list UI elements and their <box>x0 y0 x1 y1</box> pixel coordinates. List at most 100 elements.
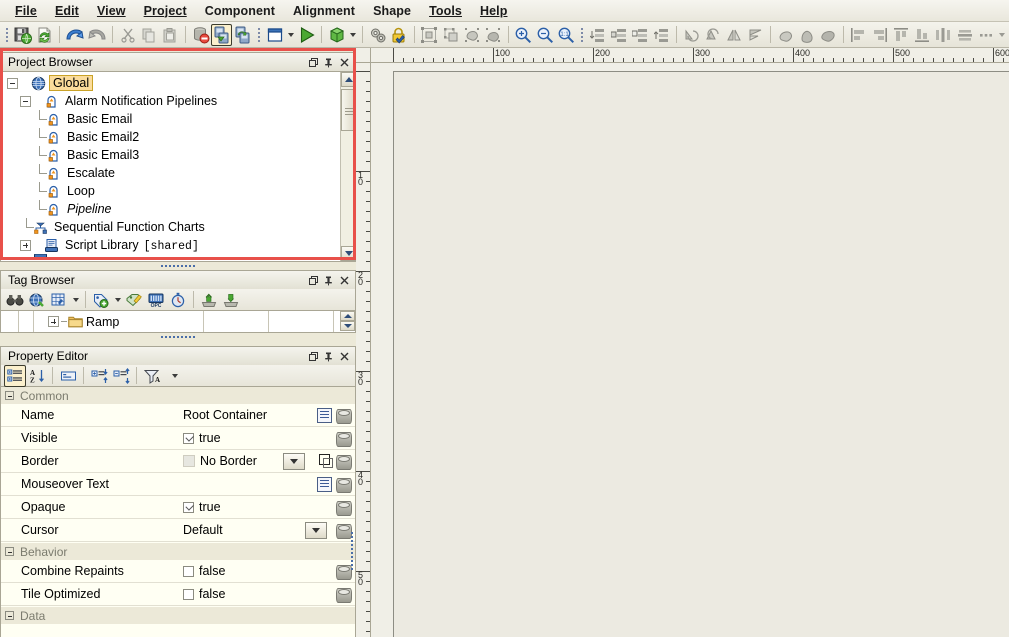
alphabetical-sort-button[interactable]: A Z <box>26 365 48 387</box>
binding-icon[interactable] <box>335 500 352 516</box>
new-tag-dropdown-arrow[interactable] <box>112 289 123 311</box>
restore-icon[interactable] <box>304 273 320 288</box>
splitter-tag-property[interactable] <box>0 333 356 341</box>
text-edit-icon[interactable] <box>317 407 332 423</box>
new-window-dropdown-arrow[interactable] <box>286 24 297 46</box>
tag-table-scrollbar[interactable] <box>340 311 355 332</box>
border-preview-icon[interactable] <box>318 454 333 468</box>
import-tags-button[interactable] <box>198 289 220 311</box>
offline-button[interactable] <box>190 24 211 46</box>
menu-alignment[interactable]: Alignment <box>284 2 364 20</box>
filter-button[interactable]: A <box>141 365 163 387</box>
binding-icon[interactable] <box>335 454 352 470</box>
tag-browser-table[interactable]: Ramp <box>0 311 356 333</box>
toolbar-overflow-arrow[interactable] <box>997 24 1008 46</box>
new-tag-button[interactable] <box>90 289 112 311</box>
expander-minus-icon[interactable] <box>7 77 18 89</box>
expander-minus-icon[interactable] <box>5 391 14 400</box>
text-edit-icon[interactable] <box>317 476 332 492</box>
menu-view[interactable]: View <box>88 2 135 20</box>
property-row-tile-optimized[interactable]: Tile Optimized false <box>1 583 355 606</box>
new-window-button[interactable] <box>264 24 285 46</box>
scroll-up-button[interactable] <box>341 72 356 87</box>
property-grid[interactable]: Common Name Root Container Visible true … <box>0 387 356 637</box>
project-tree[interactable]: Global Alarm Notification Pipelines Basi… <box>1 72 355 261</box>
preview-mode-button[interactable] <box>296 24 317 46</box>
checkbox-combine-repaints[interactable] <box>183 565 194 577</box>
designer-comm-read-button[interactable] <box>211 23 233 46</box>
tag-browse-button[interactable] <box>26 289 48 311</box>
tree-node-alarm-notification-pipelines[interactable]: Alarm Notification Pipelines <box>1 92 355 110</box>
scroll-thumb[interactable] <box>341 89 356 131</box>
stopwatch-button[interactable] <box>167 289 189 311</box>
expander-plus-icon[interactable] <box>48 316 59 327</box>
zoom-reset-button[interactable]: 1:1 <box>555 24 576 46</box>
zoom-in-button[interactable] <box>513 24 534 46</box>
design-canvas[interactable] <box>371 63 1009 637</box>
toolbar-grip[interactable] <box>256 26 263 44</box>
tree-node-script-library[interactable]: Script Library [shared] <box>1 236 355 254</box>
security-button[interactable] <box>389 24 410 46</box>
expand-all-button[interactable] <box>88 365 110 387</box>
designer-workspace[interactable]: 100 200 300 400 500 600 10 20 30 40 50 <box>356 48 1009 637</box>
tree-node-pipeline[interactable]: Pipeline <box>1 200 355 218</box>
binding-icon[interactable] <box>335 523 352 539</box>
find-tags-button[interactable] <box>4 289 26 311</box>
restore-icon[interactable] <box>304 55 320 70</box>
tag-editor-button[interactable] <box>48 289 70 311</box>
property-grid-resize-grip[interactable] <box>351 532 353 570</box>
tree-node-loop[interactable]: Loop <box>1 182 355 200</box>
tag-table-name-column[interactable]: Ramp <box>34 311 204 332</box>
property-value-opaque[interactable]: true <box>177 500 309 514</box>
expander-plus-icon[interactable] <box>20 239 31 251</box>
pin-icon[interactable] <box>320 273 336 288</box>
pin-icon[interactable] <box>320 349 336 364</box>
menu-file[interactable]: File <box>6 2 46 20</box>
scroll-up-button[interactable] <box>340 311 355 321</box>
property-value-combine-repaints[interactable]: false <box>177 564 309 578</box>
tree-node-basic-email3[interactable]: Basic Email3 <box>1 146 355 164</box>
property-row-name[interactable]: Name Root Container <box>1 404 355 427</box>
property-value-visible[interactable]: true <box>177 431 309 445</box>
window-design-surface[interactable] <box>393 71 1009 637</box>
new-component-button[interactable] <box>326 24 347 46</box>
menu-help[interactable]: Help <box>471 2 517 20</box>
tree-node-sequential-function-charts[interactable]: Sequential Function Charts <box>1 218 355 236</box>
tree-node-basic-email2[interactable]: Basic Email2 <box>1 128 355 146</box>
scroll-down-button[interactable] <box>340 321 355 331</box>
checkbox-tile-optimized[interactable] <box>183 588 194 600</box>
property-row-opaque[interactable]: Opaque true <box>1 496 355 519</box>
splitter-project-tag[interactable] <box>0 262 356 270</box>
update-project-button[interactable] <box>34 24 55 46</box>
binding-icon[interactable] <box>335 564 352 580</box>
property-row-cursor[interactable]: Cursor Default <box>1 519 355 542</box>
toolbar-grip[interactable] <box>4 26 11 44</box>
binding-icon[interactable] <box>335 477 352 493</box>
pin-icon[interactable] <box>320 55 336 70</box>
save-button[interactable] <box>13 24 34 46</box>
templates-button[interactable] <box>367 24 388 46</box>
filter-dropdown-arrow[interactable] <box>169 365 180 387</box>
toolbar-grip[interactable] <box>578 26 585 44</box>
designer-comm-write-button[interactable] <box>232 24 253 46</box>
description-button[interactable] <box>57 365 79 387</box>
menu-edit[interactable]: Edit <box>46 2 88 20</box>
tree-node-global[interactable]: Global <box>1 74 355 92</box>
undo-button[interactable] <box>64 24 86 46</box>
categorized-view-button[interactable] <box>4 364 26 387</box>
opc-button[interactable]: OPC <box>145 289 167 311</box>
tree-node-escalate[interactable]: Escalate <box>1 164 355 182</box>
tree-node-partial[interactable] <box>1 254 355 261</box>
tag-editor-dropdown-arrow[interactable] <box>70 289 81 311</box>
property-group-common[interactable]: Common <box>1 387 355 404</box>
collapse-all-button[interactable] <box>110 365 132 387</box>
property-value-name[interactable]: Root Container <box>177 408 309 422</box>
binding-icon[interactable] <box>335 587 352 603</box>
new-component-dropdown-arrow[interactable] <box>348 24 359 46</box>
expander-minus-icon[interactable] <box>20 95 31 107</box>
close-icon[interactable] <box>336 349 352 364</box>
close-icon[interactable] <box>336 273 352 288</box>
scroll-down-button[interactable] <box>341 246 356 261</box>
menu-component[interactable]: Component <box>196 2 284 20</box>
tree-node-basic-email[interactable]: Basic Email <box>1 110 355 128</box>
